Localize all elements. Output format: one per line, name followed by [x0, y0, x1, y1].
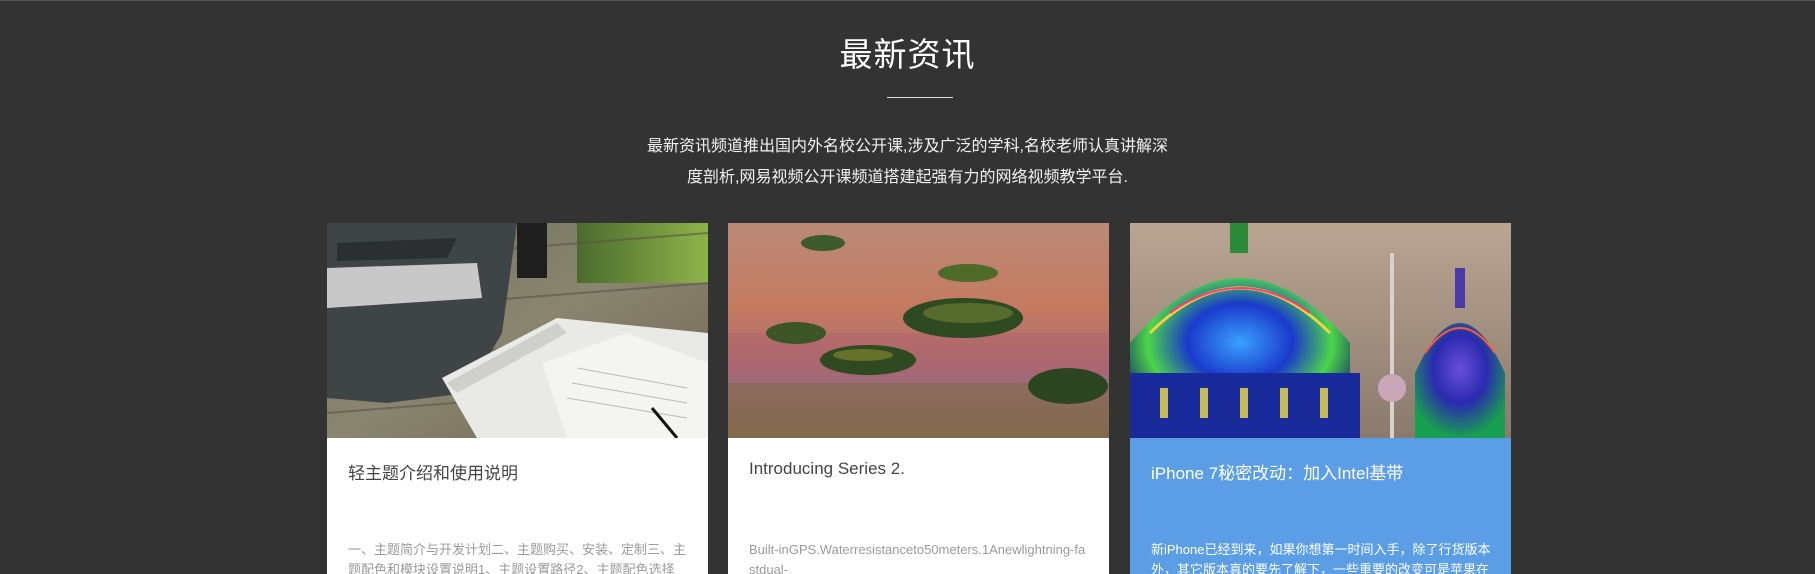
card-excerpt: Built-inGPS.Waterresistanceto50meters.1A… [749, 542, 1086, 574]
card-excerpt: 新iPhone已经到来，如果你想第一时间入手，除了行货版本外，其它版本真的要先了… [1151, 542, 1491, 574]
card-image-illuminated-cathedral[interactable] [1130, 223, 1511, 438]
intro-line-1: 最新资讯频道推出国内外名校公开课,涉及广泛的学科,名校老师认真讲解深 [647, 138, 1168, 155]
title-divider [887, 97, 953, 98]
card-title[interactable]: iPhone 7秘密改动：加入Intel基带 [1151, 459, 1403, 484]
news-card[interactable]: 轻主题介绍和使用说明 一、主题简介与开发计划二、主题购买、安装、定制三、主题配色… [327, 223, 708, 574]
section-intro: 最新资讯频道推出国内外名校公开课,涉及广泛的学科,名校老师认真讲解深 度剖析,网… [620, 131, 1195, 193]
top-border [0, 0, 1815, 1]
card-title[interactable]: 轻主题介绍和使用说明 [348, 459, 518, 484]
section-title: 最新资讯 [839, 36, 976, 73]
news-card[interactable]: Introducing Series 2. Built-inGPS.Waterr… [728, 223, 1109, 574]
card-title[interactable]: Introducing Series 2. [749, 459, 905, 479]
news-card[interactable]: iPhone 7秘密改动：加入Intel基带 新iPhone已经到来，如果你想第… [1130, 223, 1511, 574]
card-image-laptop-notebook[interactable] [327, 223, 708, 438]
card-image-aerial-landscape[interactable] [728, 223, 1109, 438]
card-excerpt: 一、主题简介与开发计划二、主题购买、安装、定制三、主题配色和模块设置说明1、主题… [348, 542, 687, 574]
intro-line-2: 度剖析,网易视频公开课频道搭建起强有力的网络视频教学平台. [687, 169, 1128, 186]
